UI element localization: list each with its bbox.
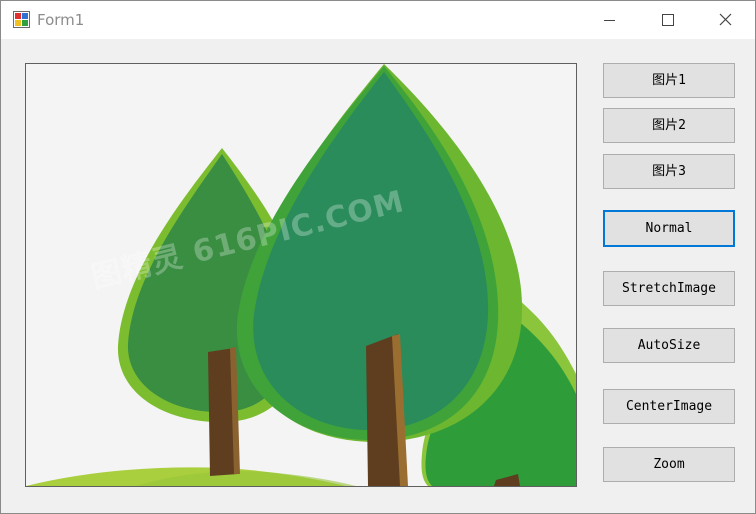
image3-button[interactable]: 图片3 [603, 154, 735, 189]
minimize-icon [604, 20, 615, 21]
maximize-button[interactable] [639, 1, 697, 39]
close-button[interactable] [697, 1, 755, 39]
picture-box: 图精灵 616PIC.COM [25, 63, 577, 487]
minimize-button[interactable] [581, 1, 639, 39]
autosize-button[interactable]: AutoSize [603, 328, 735, 363]
close-icon [719, 13, 732, 26]
window-title: Form1 [37, 11, 85, 29]
title-bar[interactable]: Form1 [1, 1, 755, 39]
image2-button[interactable]: 图片2 [603, 108, 735, 143]
stretch-image-button[interactable]: StretchImage [603, 271, 735, 306]
image1-button[interactable]: 图片1 [603, 63, 735, 98]
normal-button[interactable]: Normal [603, 210, 735, 247]
maximize-icon [662, 14, 674, 26]
zoom-button[interactable]: Zoom [603, 447, 735, 482]
app-icon [13, 11, 30, 28]
main-window: Form1 图精灵 616PIC.COM 图片1 图片2 图片3 Normal … [0, 0, 756, 514]
center-image-button[interactable]: CenterImage [603, 389, 735, 424]
